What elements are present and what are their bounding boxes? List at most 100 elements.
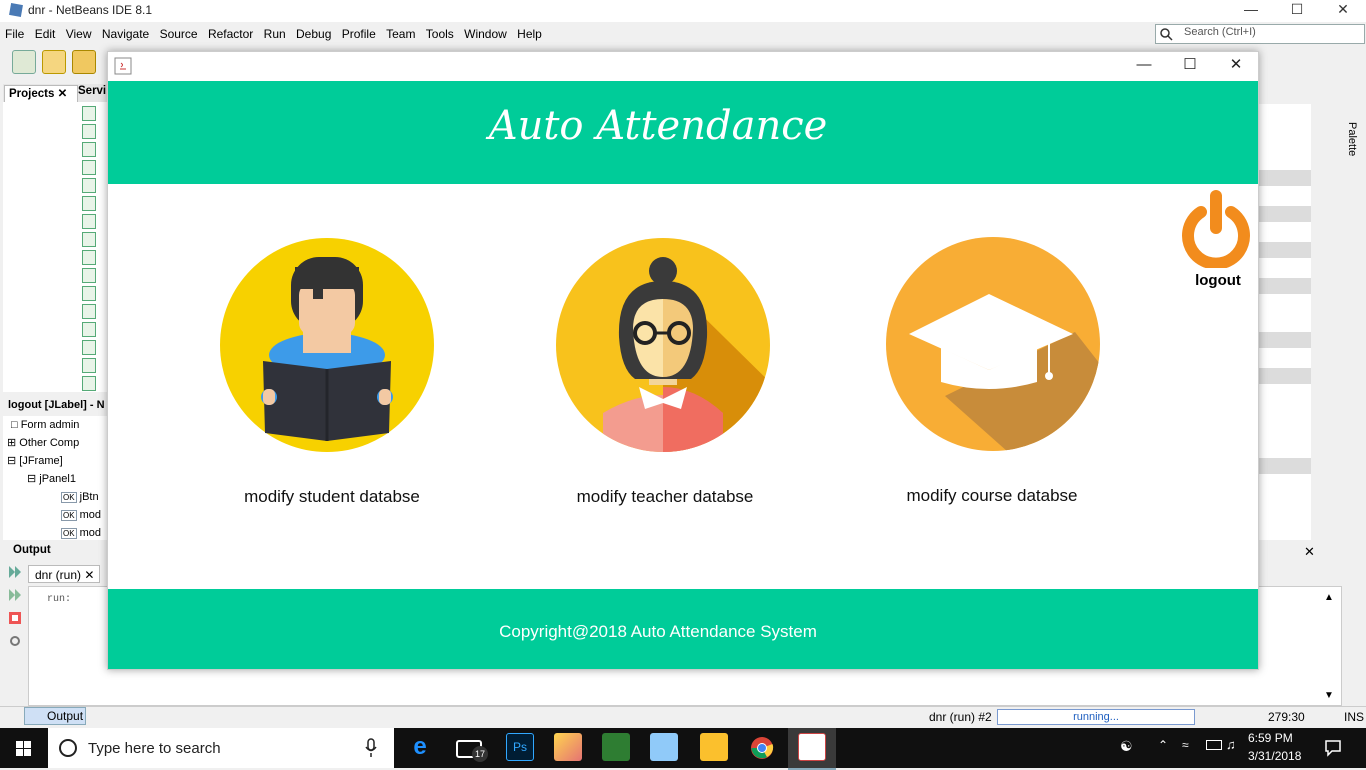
windows-start-icon[interactable] xyxy=(0,728,48,768)
rerun-icon[interactable] xyxy=(8,565,22,579)
navigator-item[interactable]: □ Form admin xyxy=(11,416,79,434)
navigator-item[interactable]: ⊟ jPanel1 xyxy=(27,470,76,488)
java-file-icon[interactable] xyxy=(82,232,96,247)
close-icon[interactable]: ✕ xyxy=(1304,544,1315,560)
form-file-icon[interactable] xyxy=(82,178,96,193)
power-icon[interactable] xyxy=(1177,190,1255,268)
insert-mode: INS xyxy=(1344,710,1365,724)
caret-position: 279:30 xyxy=(1268,710,1305,724)
palette-tab[interactable]: Palette xyxy=(1346,122,1358,156)
menu-navigate[interactable]: Navigate xyxy=(97,24,149,41)
navigator-item-label: mod xyxy=(79,509,102,521)
java-file-icon[interactable] xyxy=(82,106,96,121)
editor-line-stripe xyxy=(1259,242,1311,258)
app-maximize-button[interactable]: ☐ xyxy=(1167,52,1213,80)
rerun-with-params-icon[interactable] xyxy=(8,588,22,602)
scroll-down-icon[interactable]: ▼ xyxy=(1324,690,1334,701)
ide-maximize-button[interactable]: ☐ xyxy=(1274,0,1320,22)
menu-team[interactable]: Team xyxy=(381,24,415,41)
status-output-tab[interactable]: Output xyxy=(24,707,86,725)
mail-badge: 17 xyxy=(472,746,488,762)
ide-minimize-button[interactable]: — xyxy=(1228,0,1274,22)
navigator-item[interactable]: ⊞ Other Comp xyxy=(7,434,79,452)
file-explorer-icon[interactable] xyxy=(700,733,728,761)
close-icon[interactable]: ✕ xyxy=(84,568,94,582)
student-icon[interactable] xyxy=(219,237,435,453)
paint-icon[interactable] xyxy=(554,733,582,761)
new-file-icon[interactable] xyxy=(12,50,36,74)
navigator-item[interactable]: OK jBtn xyxy=(61,488,99,506)
menu-window[interactable]: Window xyxy=(459,24,507,41)
java-file-icon[interactable] xyxy=(82,268,96,283)
form-file-icon[interactable] xyxy=(82,196,96,211)
java-file-icon[interactable] xyxy=(82,286,96,301)
chrome-icon[interactable] xyxy=(750,736,774,760)
app-close-button[interactable]: ✕ xyxy=(1213,52,1259,80)
java-file-icon[interactable] xyxy=(82,124,96,139)
form-file-icon[interactable] xyxy=(82,160,96,175)
people-icon[interactable]: ☯ xyxy=(1120,738,1133,755)
wifi-icon[interactable]: ≈ xyxy=(1182,738,1189,752)
navigator-item-label: Form admin xyxy=(20,419,80,431)
java-file-icon[interactable] xyxy=(82,142,96,157)
photoshop-icon[interactable]: Ps xyxy=(506,733,534,761)
output-tab-dnr-run[interactable]: dnr (run) ✕ xyxy=(28,565,100,583)
modify-student-label[interactable]: modify student databse xyxy=(182,487,482,507)
menu-view[interactable]: View xyxy=(61,24,92,41)
logout-label[interactable]: logout xyxy=(1186,272,1250,289)
editor-line-stripe xyxy=(1259,458,1311,474)
tab-services[interactable]: Servi xyxy=(78,85,106,97)
menu-edit[interactable]: Edit xyxy=(30,24,56,41)
new-project-icon[interactable] xyxy=(42,50,66,74)
menu-refactor[interactable]: Refactor xyxy=(203,24,253,41)
menu-source[interactable]: Source xyxy=(155,24,198,41)
navigator-item-label: jBtn xyxy=(79,491,99,503)
battery-icon[interactable] xyxy=(1206,740,1222,750)
app-title: Auto Attendance xyxy=(488,103,828,149)
navigator-tree[interactable]: □ Form admin ⊞ Other Comp ⊟ [JFrame] ⊟ j… xyxy=(3,416,107,540)
volume-icon[interactable]: ♫ xyxy=(1226,737,1236,752)
navigator-item[interactable]: OK mod xyxy=(61,506,101,524)
run-progress-bar[interactable]: running... xyxy=(997,709,1195,725)
virtualbox-icon[interactable] xyxy=(650,733,678,761)
output-tab-label: dnr (run) xyxy=(35,568,82,582)
scroll-up-icon[interactable]: ▲ xyxy=(1324,592,1334,603)
navigator-item[interactable]: OK mod xyxy=(61,524,101,542)
show-hidden-icons-icon[interactable]: ⌃ xyxy=(1158,738,1168,752)
stop-icon[interactable] xyxy=(8,611,22,625)
task-manager-icon[interactable] xyxy=(602,733,630,761)
java-file-icon[interactable] xyxy=(82,322,96,337)
graduation-cap-icon[interactable] xyxy=(885,236,1101,452)
modify-teacher-label[interactable]: modify teacher databse xyxy=(515,487,815,507)
settings-icon[interactable] xyxy=(8,634,22,648)
form-file-icon[interactable] xyxy=(82,214,96,229)
modify-course-label[interactable]: modify course databse xyxy=(842,486,1142,506)
editor-line-stripe xyxy=(1259,332,1311,348)
taskbar-search-placeholder: Type here to search xyxy=(88,740,221,757)
close-icon[interactable]: ✕ xyxy=(58,88,68,100)
image-file-icon[interactable] xyxy=(82,376,96,391)
menu-help[interactable]: Help xyxy=(512,24,542,41)
menu-profile[interactable]: Profile xyxy=(337,24,376,41)
teacher-icon[interactable] xyxy=(555,237,771,453)
navigator-title: logout [JLabel] - N xyxy=(3,397,107,415)
tab-projects[interactable]: Projects ✕ xyxy=(4,85,78,103)
menu-file[interactable]: File xyxy=(0,24,24,41)
navigator-item[interactable]: ⊟ [JFrame] xyxy=(7,452,63,470)
java-file-icon[interactable] xyxy=(82,304,96,319)
java-file-icon[interactable] xyxy=(82,340,96,355)
app-minimize-button[interactable]: — xyxy=(1121,52,1167,80)
menu-tools[interactable]: Tools xyxy=(421,24,454,41)
action-center-icon[interactable] xyxy=(1324,739,1342,757)
menu-run[interactable]: Run xyxy=(259,24,286,41)
clock-date[interactable]: 3/31/2018 xyxy=(1248,749,1301,763)
ide-close-button[interactable]: ✕ xyxy=(1320,0,1366,22)
menu-debug[interactable]: Debug xyxy=(291,24,331,41)
java-file-icon[interactable] xyxy=(82,250,96,265)
java-file-icon[interactable] xyxy=(82,358,96,373)
edge-icon[interactable]: e xyxy=(406,733,434,761)
netbeans-logo-icon xyxy=(9,3,23,17)
clock-time[interactable]: 6:59 PM xyxy=(1248,731,1293,745)
open-project-icon[interactable] xyxy=(72,50,96,74)
microphone-icon[interactable] xyxy=(364,738,378,758)
